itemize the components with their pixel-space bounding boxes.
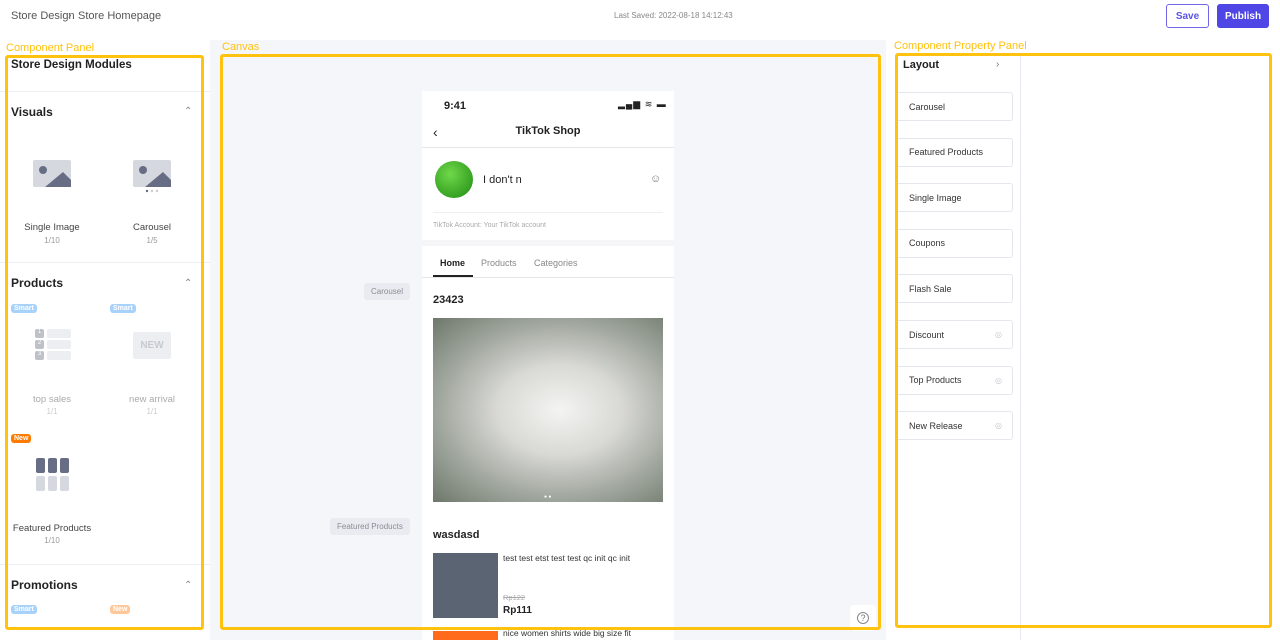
breadcrumb-store-homepage: Store Homepage xyxy=(78,10,162,22)
annotation-component-panel: Component Panel xyxy=(6,42,95,54)
publish-button[interactable]: Publish xyxy=(1217,4,1269,28)
top-header: Store Design › Store Homepage Last Saved… xyxy=(0,0,1280,40)
property-panel-outline xyxy=(895,53,1272,628)
save-button[interactable]: Save xyxy=(1166,4,1209,28)
component-panel-outline xyxy=(5,55,204,630)
annotation-property-panel: Component Property Panel xyxy=(894,40,1027,52)
breadcrumb-store-design[interactable]: Store Design xyxy=(11,10,75,22)
canvas-outline xyxy=(220,54,881,630)
annotation-canvas: Canvas xyxy=(222,41,260,53)
last-saved: Last Saved: 2022-08-18 14:12:43 xyxy=(614,11,733,20)
breadcrumb-separator-icon: › xyxy=(68,10,72,21)
product-image[interactable] xyxy=(433,631,498,640)
